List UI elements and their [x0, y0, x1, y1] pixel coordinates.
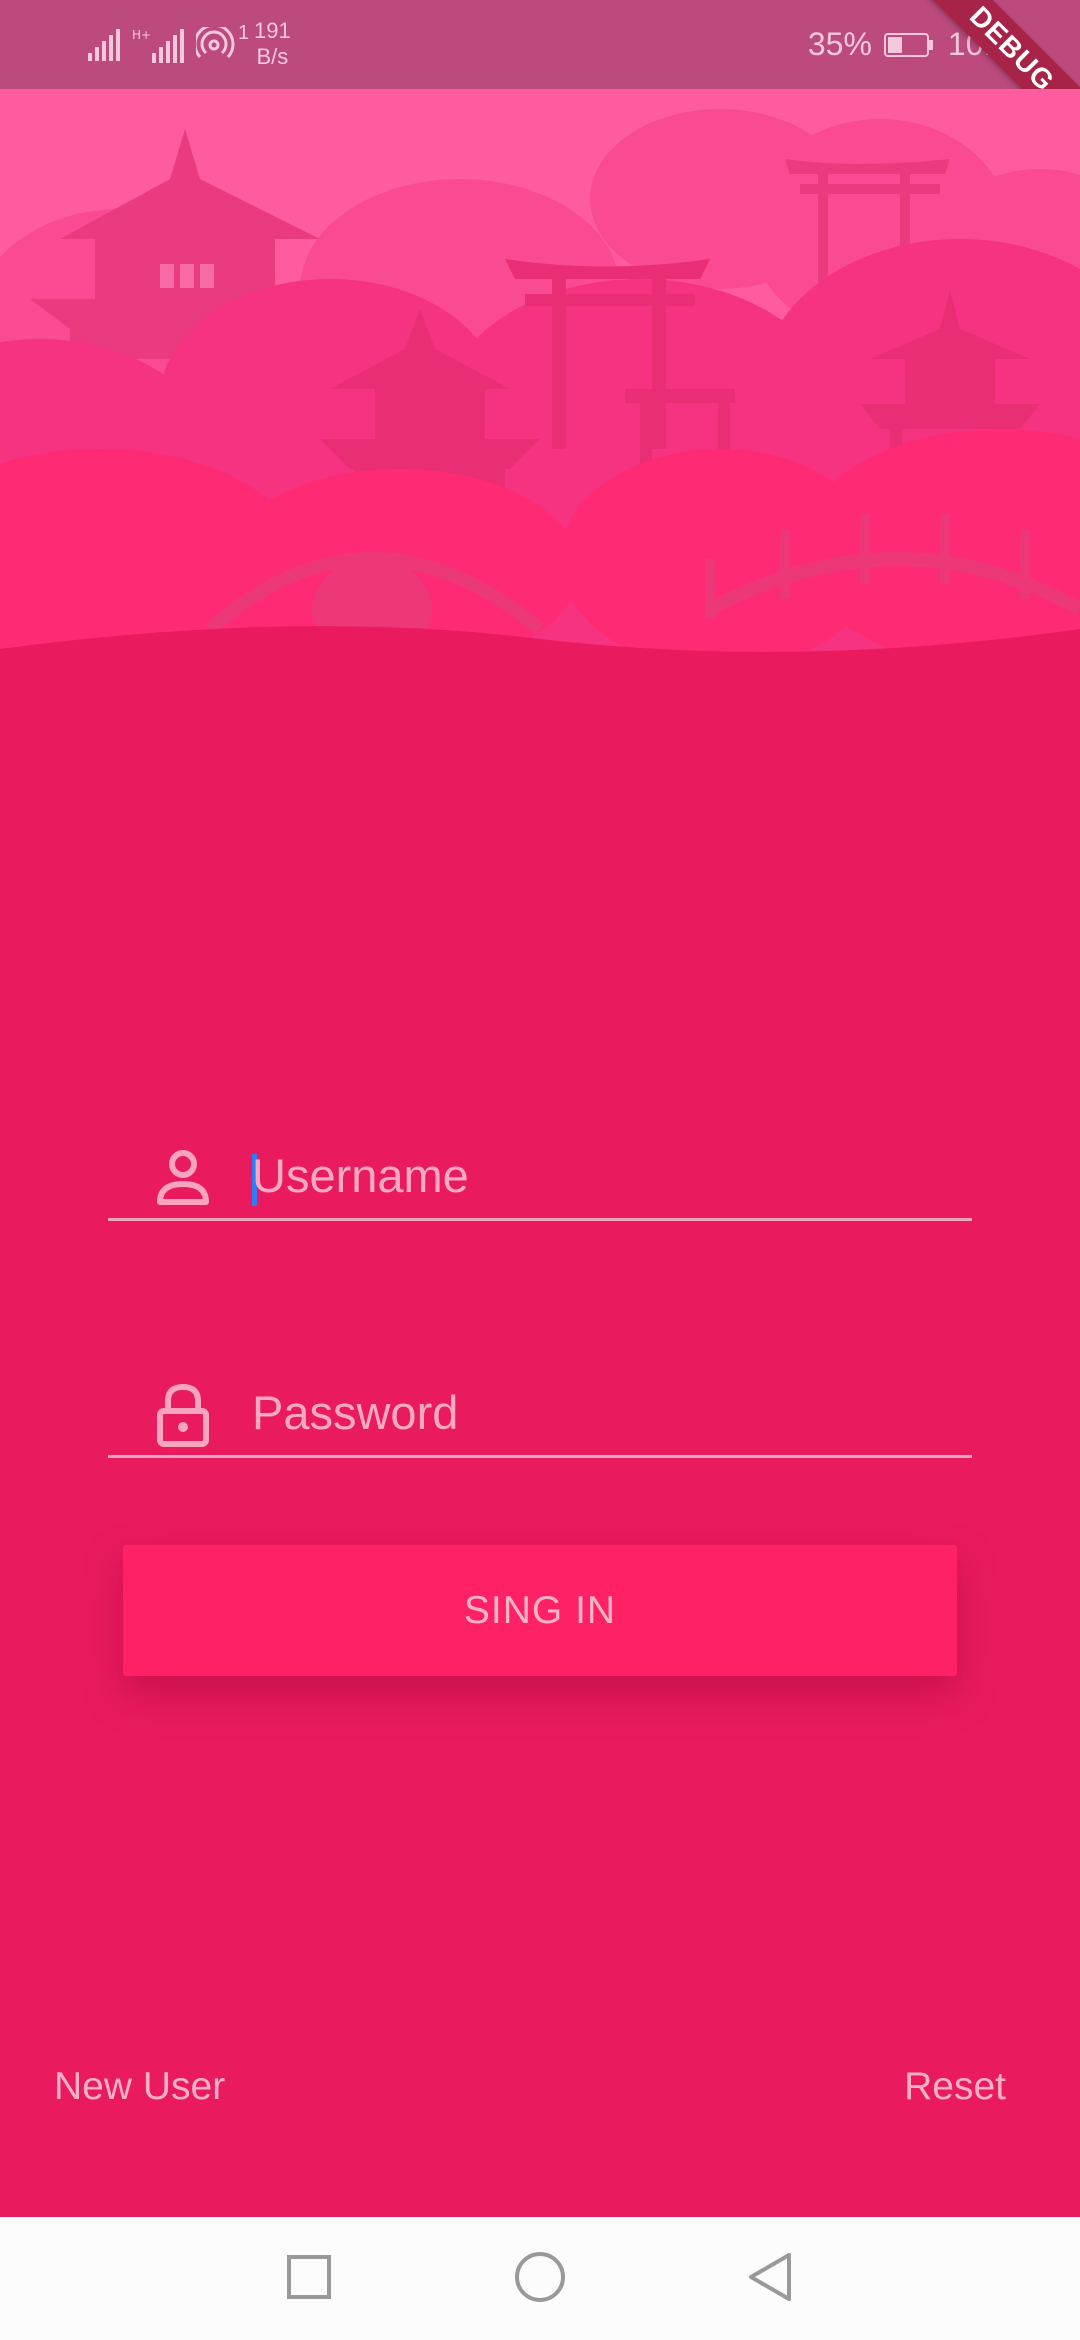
new-user-link[interactable]: New User [54, 2065, 225, 2109]
hotspot-icon [196, 27, 235, 59]
battery-icon [883, 32, 933, 57]
reset-link[interactable]: Reset [904, 2065, 1006, 2109]
status-left-icons: H+ 1 [86, 22, 249, 68]
back-triangle-icon[interactable] [741, 2247, 801, 2307]
system-nav-bar [0, 2217, 1080, 2340]
status-bar: H+ 1 191 B/s 35% 10:06 DEBUG [0, 0, 1080, 89]
svg-text:H+: H+ [132, 28, 151, 42]
battery-percent: 35% [807, 26, 872, 62]
password-field[interactable]: Password [108, 1345, 972, 1458]
username-placeholder: Username [252, 1149, 469, 1202]
person-icon [157, 1150, 209, 1205]
hplus-signal-icon: H+ [132, 28, 184, 63]
signal-icon [88, 29, 120, 61]
home-circle-icon[interactable] [510, 2247, 570, 2307]
password-placeholder: Password [252, 1386, 459, 1439]
network-speed: 191 B/s [254, 18, 291, 70]
username-field[interactable]: Username [108, 1108, 972, 1221]
lock-icon [157, 1383, 209, 1447]
japanese-landscape-illustration [0, 89, 1080, 669]
sign-in-button[interactable]: SING IN [123, 1545, 957, 1676]
sim-superscript: 1 [238, 22, 250, 44]
network-speed-unit: B/s [256, 44, 289, 69]
recents-square-icon[interactable] [279, 2247, 339, 2307]
network-speed-value: 191 [254, 18, 291, 43]
